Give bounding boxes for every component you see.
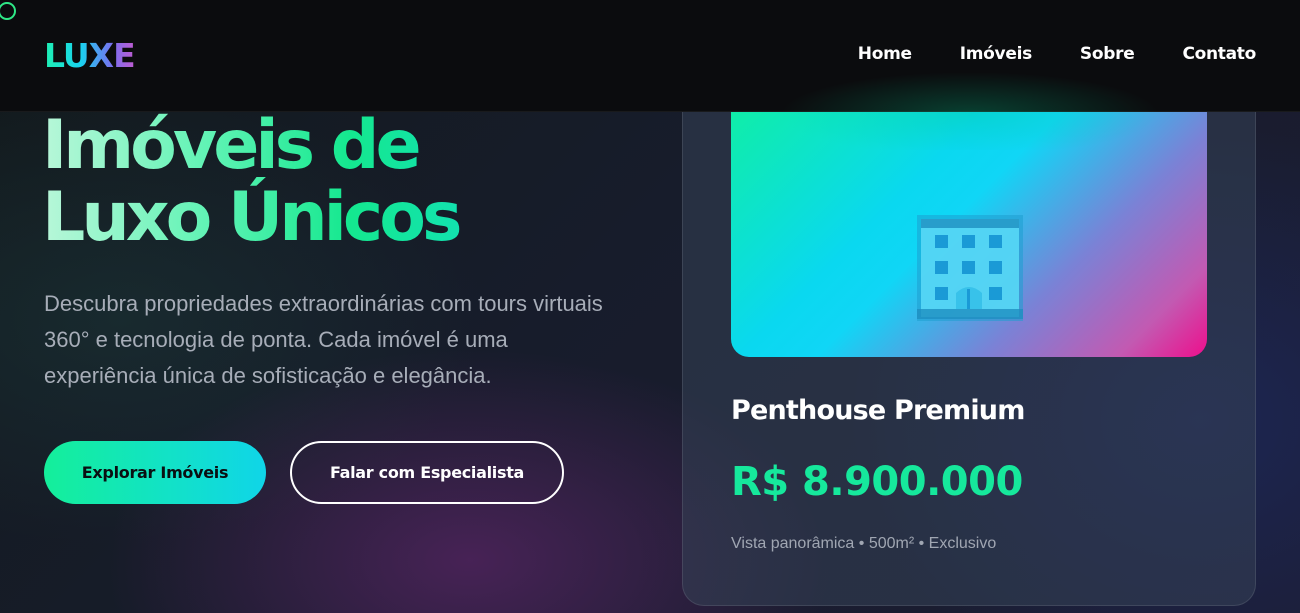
hero-title-line-1: Imóveis de bbox=[42, 106, 418, 185]
property-features: Vista panorâmica • 500m² • Exclusivo bbox=[731, 535, 997, 552]
featured-property-card[interactable]: Penthouse Premium R$ 8.900.000 Vista pan… bbox=[682, 60, 1256, 606]
site-header: LUXE Home Imóveis Sobre Contato bbox=[0, 0, 1300, 112]
talk-to-specialist-button[interactable]: Falar com Especialista bbox=[290, 441, 564, 504]
logo[interactable]: LUXE bbox=[44, 36, 136, 75]
hero-title: Imóveis de Luxo Únicos bbox=[42, 110, 602, 254]
main-nav: Home Imóveis Sobre Contato bbox=[858, 44, 1257, 64]
nav-link-home[interactable]: Home bbox=[858, 44, 912, 64]
property-price: R$ 8.900.000 bbox=[731, 459, 1023, 505]
building-icon bbox=[917, 215, 1023, 321]
property-title: Penthouse Premium bbox=[731, 395, 1025, 426]
nav-link-imoveis[interactable]: Imóveis bbox=[960, 44, 1032, 64]
hero-description: Descubra propriedades extraordinárias co… bbox=[44, 291, 603, 388]
hero-title-line-2: Luxo Únicos bbox=[42, 178, 459, 257]
nav-link-contato[interactable]: Contato bbox=[1182, 44, 1256, 64]
explore-properties-button[interactable]: Explorar Imóveis bbox=[44, 441, 266, 504]
nav-link-sobre[interactable]: Sobre bbox=[1080, 44, 1135, 64]
